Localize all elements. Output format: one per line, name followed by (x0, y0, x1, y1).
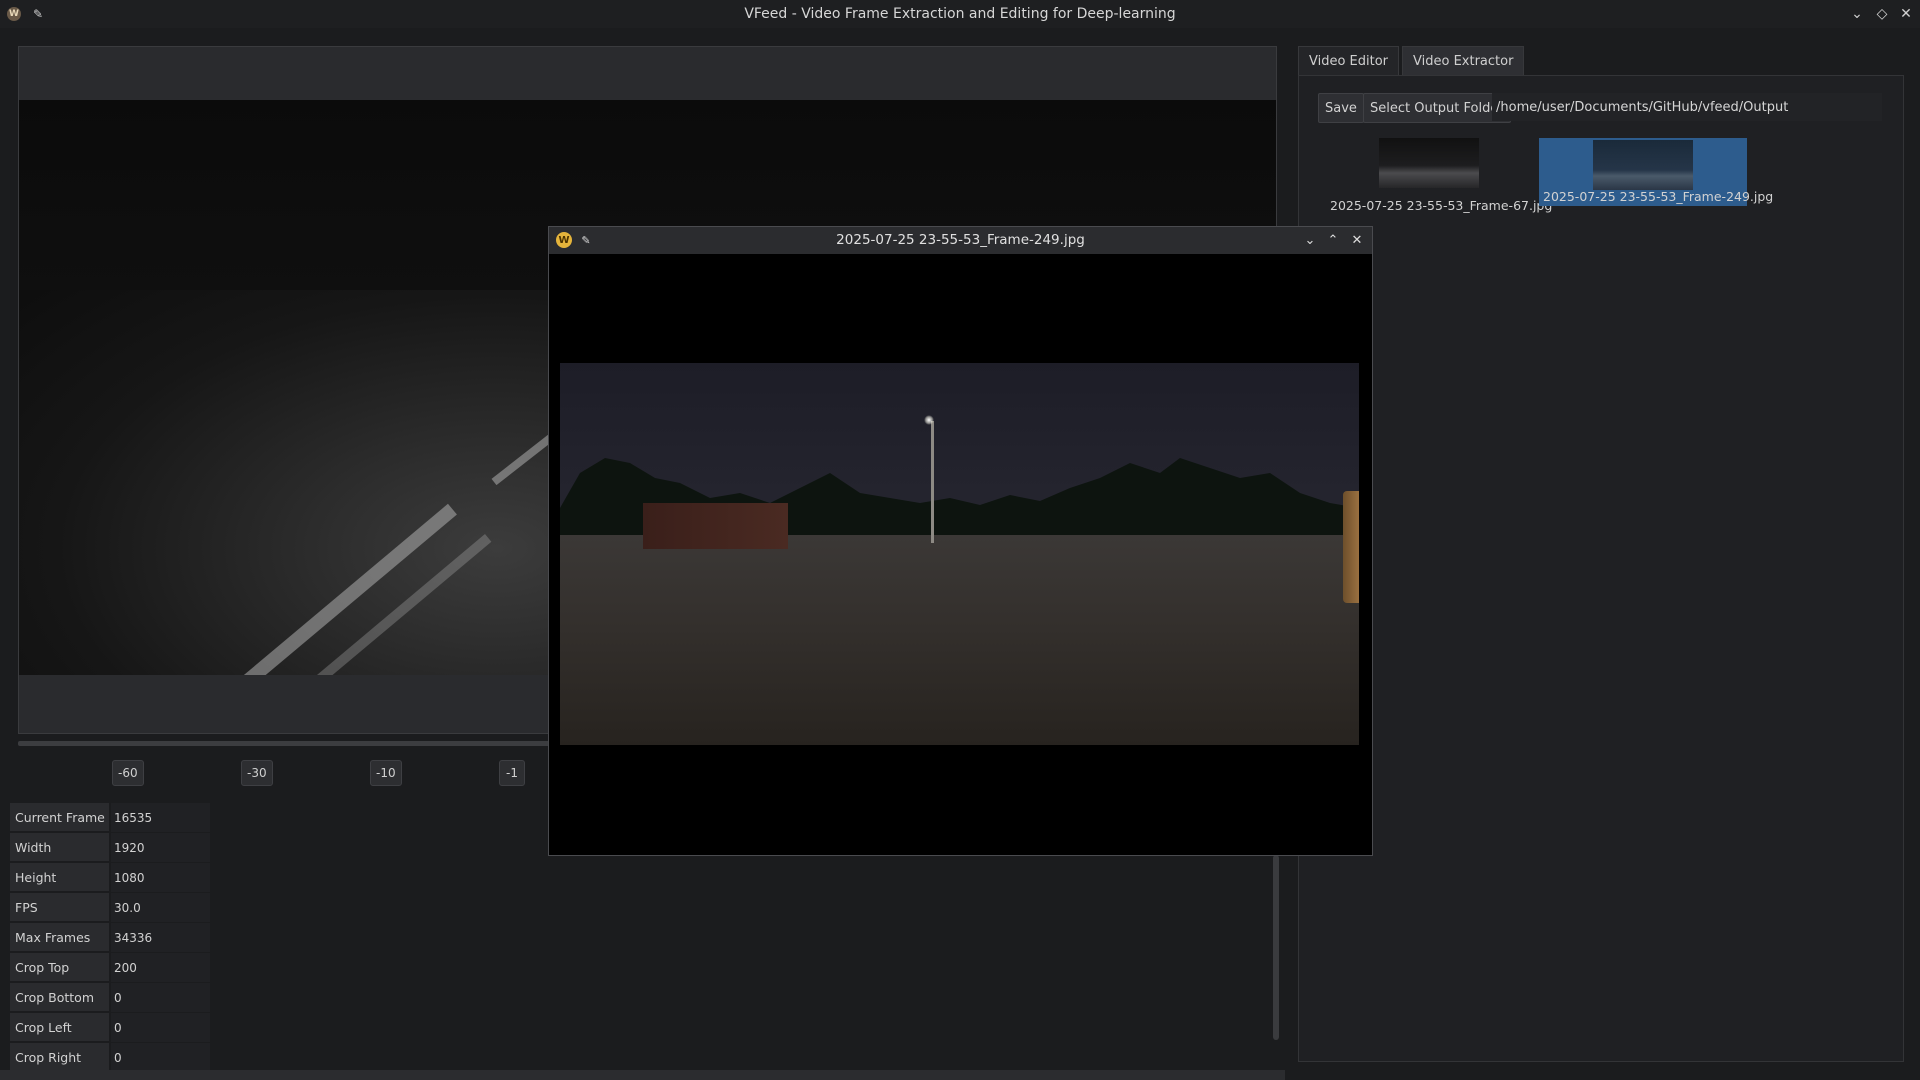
close-icon[interactable]: ✕ (1896, 4, 1916, 24)
dialog-titlebar[interactable]: W ✎ 2025-07-25 23-55-53_Frame-249.jpg ⌄ … (549, 227, 1372, 254)
property-label: Height (10, 863, 109, 892)
property-value[interactable]: 30.0 (111, 893, 210, 923)
property-label: Width (10, 833, 109, 862)
tab-bar: Video Editor Video Extractor (1298, 46, 1527, 75)
property-row: Max Frames 34336 (10, 923, 210, 953)
minimize-icon[interactable]: ⌄ (1301, 231, 1319, 249)
road-marking (164, 503, 457, 675)
maximize-icon[interactable]: ◇ (1872, 4, 1892, 24)
property-row: Crop Right 0 (10, 1043, 210, 1073)
property-value[interactable]: 1920 (111, 833, 210, 863)
property-label: Current Frame (10, 803, 109, 832)
step-back-1-button[interactable]: -1 (499, 760, 525, 786)
property-label: Crop Top (10, 953, 109, 982)
thumbnail-image (1379, 138, 1479, 188)
video-extractor-panel (1298, 75, 1904, 1062)
tab-video-editor[interactable]: Video Editor (1298, 46, 1400, 75)
close-icon[interactable]: ✕ (1348, 231, 1366, 249)
properties-table: Current Frame 16535 Width 1920 Height 1080 … (10, 803, 210, 1073)
property-value[interactable]: 34336 (111, 923, 210, 953)
property-row: Crop Bottom 0 (10, 983, 210, 1013)
property-row: Height 1080 (10, 863, 210, 893)
property-value[interactable]: 200 (111, 953, 210, 983)
horizontal-scrollbar[interactable] (0, 1070, 1285, 1080)
step-back-30-button[interactable]: -30 (241, 760, 273, 786)
maximize-icon[interactable]: ⌃ (1324, 231, 1342, 249)
window-title: VFeed - Video Frame Extraction and Editi… (744, 6, 1176, 22)
parking-lot (560, 535, 1359, 745)
thumbnail-caption: 2025-07-25 23-55-53_Frame-249.jpg (1543, 189, 1774, 204)
property-value[interactable]: 0 (111, 1013, 210, 1043)
lamp-light (924, 415, 934, 425)
property-label: Crop Bottom (10, 983, 109, 1012)
dialog-title: 2025-07-25 23-55-53_Frame-249.jpg (836, 232, 1085, 248)
property-label: Crop Right (10, 1043, 109, 1072)
property-label: Max Frames (10, 923, 109, 952)
bollard (1343, 491, 1359, 603)
window-titlebar: W ✎ VFeed - Video Frame Extraction and E… (0, 0, 1920, 28)
property-value[interactable]: 1080 (111, 863, 210, 893)
property-label: FPS (10, 893, 109, 922)
thumbnail-caption: 2025-07-25 23-55-53_Frame-67.jpg (1330, 198, 1553, 213)
property-row: FPS 30.0 (10, 893, 210, 923)
property-value[interactable]: 0 (111, 1043, 210, 1073)
thumbnail-image (1593, 140, 1693, 190)
property-row: Crop Left 0 (10, 1013, 210, 1043)
tab-video-extractor[interactable]: Video Extractor (1402, 46, 1525, 75)
property-label: Crop Left (10, 1013, 109, 1042)
output-path-field[interactable]: /home/user/Documents/GitHub/vfeed/Output (1492, 93, 1882, 121)
vertical-scrollbar[interactable] (1273, 855, 1279, 1040)
property-row: Width 1920 (10, 833, 210, 863)
select-output-folder-button[interactable]: Select Output Folder (1363, 93, 1511, 123)
step-back-10-button[interactable]: -10 (370, 760, 402, 786)
step-back-60-button[interactable]: -60 (112, 760, 144, 786)
property-row: Current Frame 16535 (10, 803, 210, 833)
minimize-icon[interactable]: ⌄ (1847, 4, 1867, 24)
property-value[interactable]: 16535 (111, 803, 210, 833)
shipping-container (643, 503, 788, 549)
street-lamp (931, 421, 934, 543)
save-button[interactable]: Save (1318, 93, 1364, 123)
preview-image (560, 363, 1359, 745)
image-preview-dialog: W ✎ 2025-07-25 23-55-53_Frame-249.jpg ⌄ … (548, 226, 1373, 856)
property-value[interactable]: 0 (111, 983, 210, 1013)
property-row: Crop Top 200 (10, 953, 210, 983)
